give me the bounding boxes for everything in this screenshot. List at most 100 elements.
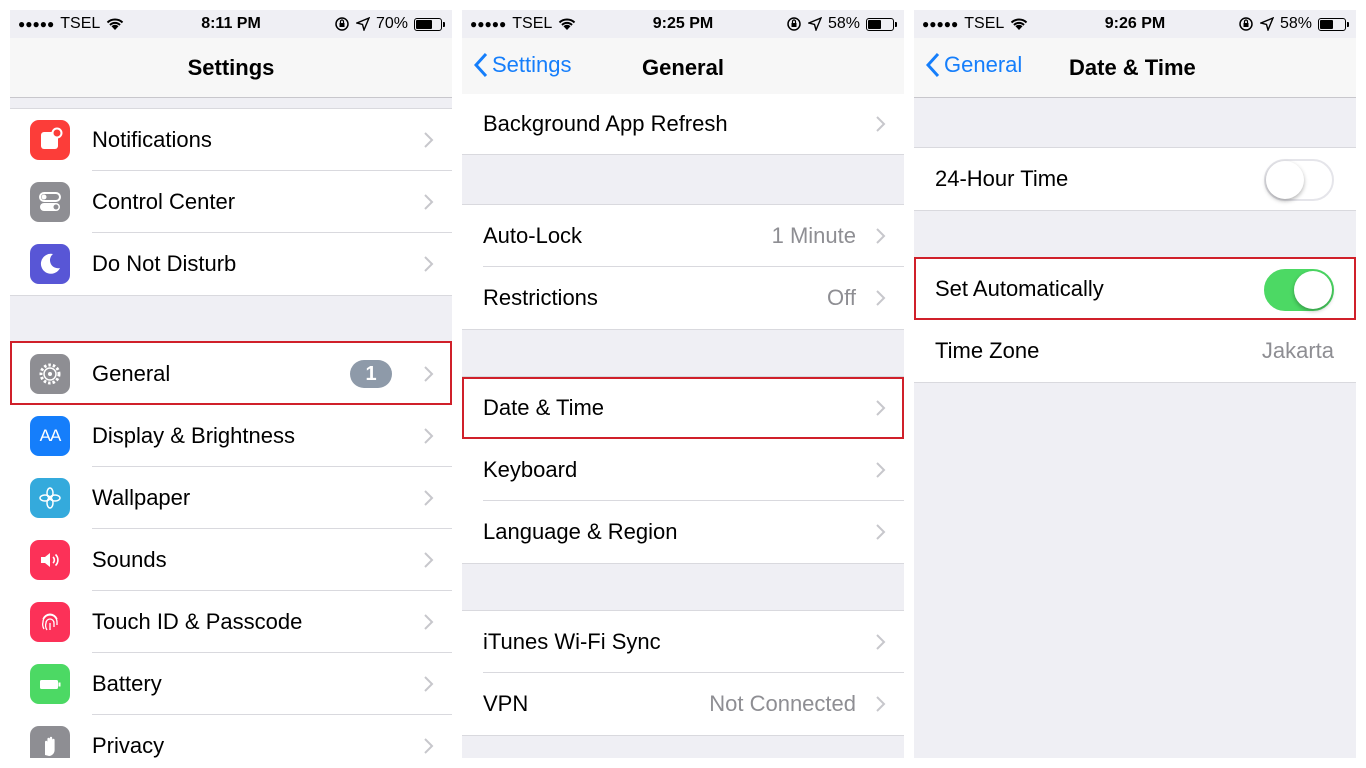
- general-item-label: VPN: [483, 691, 529, 716]
- general-item-label: iTunes Wi-Fi Sync: [483, 629, 661, 654]
- battery-icon: [30, 664, 70, 704]
- setting-label: Set Automatically: [935, 276, 1104, 301]
- general-item-label: Restrictions: [483, 285, 598, 310]
- chevron-right-icon: [424, 194, 434, 210]
- settings-item-label: Notifications: [92, 127, 212, 152]
- update-count-badge: 1: [350, 360, 392, 388]
- speaker-icon: [30, 540, 70, 580]
- settings-item-touch-id[interactable]: Touch ID & Passcode: [10, 591, 452, 653]
- rotation-lock-icon: [1239, 17, 1253, 31]
- location-arrow-icon: [807, 17, 822, 31]
- general-item-date-time[interactable]: Date & Time: [462, 377, 904, 439]
- setting-time-zone[interactable]: Time Zone Jakarta: [914, 320, 1356, 382]
- chevron-right-icon: [424, 366, 434, 382]
- general-item-itunes-sync[interactable]: iTunes Wi-Fi Sync: [462, 611, 904, 673]
- general-item-label: Language & Region: [483, 519, 678, 544]
- settings-item-do-not-disturb[interactable]: Do Not Disturb: [10, 233, 452, 295]
- moon-icon: [30, 244, 70, 284]
- battery-status-icon: [866, 17, 897, 31]
- setting-label: 24-Hour Time: [935, 166, 1069, 191]
- general-item-keyboard[interactable]: Keyboard: [462, 439, 904, 501]
- date-time-group-2: Set Automatically Time Zone Jakarta: [914, 257, 1356, 383]
- settings-item-general[interactable]: General 1: [10, 343, 452, 405]
- settings-item-sounds[interactable]: Sounds: [10, 529, 452, 591]
- chevron-right-icon: [876, 524, 886, 540]
- chevron-right-icon: [876, 290, 886, 306]
- restrictions-value: Off: [827, 285, 856, 310]
- display-icon-glyph: AA: [39, 426, 62, 445]
- location-arrow-icon: [355, 17, 370, 31]
- settings-item-label: Display & Brightness: [92, 423, 295, 448]
- chevron-right-icon: [876, 116, 886, 132]
- setting-label: Time Zone: [935, 338, 1040, 363]
- settings-item-label: Do Not Disturb: [92, 251, 237, 276]
- setting-24-hour-time: 24-Hour Time: [914, 148, 1356, 210]
- chevron-right-icon: [424, 256, 434, 272]
- general-item-label: Keyboard: [483, 457, 578, 482]
- display-icon: AA: [30, 416, 70, 456]
- chevron-right-icon: [876, 634, 886, 650]
- settings-item-label: Wallpaper: [92, 485, 191, 510]
- settings-item-battery[interactable]: Battery: [10, 653, 452, 715]
- rotation-lock-icon: [787, 17, 801, 31]
- rotation-lock-icon: [335, 17, 349, 31]
- general-item-language-region[interactable]: Language & Region: [462, 501, 904, 563]
- settings-item-display-brightness[interactable]: AA Display & Brightness: [10, 405, 452, 467]
- general-item-vpn[interactable]: VPN Not Connected: [462, 673, 904, 735]
- 24-hour-time-toggle[interactable]: [1264, 159, 1334, 201]
- chevron-right-icon: [424, 428, 434, 444]
- general-item-auto-lock[interactable]: Auto-Lock 1 Minute: [462, 205, 904, 267]
- control-center-icon: [30, 182, 70, 222]
- status-bar: ●●●●● TSEL 8:11 PM 70%: [10, 10, 452, 38]
- settings-item-notifications[interactable]: Notifications: [10, 109, 452, 171]
- general-item-label: Background App Refresh: [483, 111, 728, 136]
- chevron-right-icon: [424, 552, 434, 568]
- general-item-restrictions[interactable]: Restrictions Off: [462, 267, 904, 329]
- time-zone-value: Jakarta: [1261, 338, 1334, 363]
- navigation-bar: Settings General: [462, 38, 904, 98]
- settings-screen: ●●●●● TSEL 8:11 PM 70% Settings Notifica…: [10, 10, 452, 758]
- general-screen: ●●●●● TSEL 9:25 PM 58% Settings General …: [462, 10, 904, 758]
- general-group-2: Auto-Lock 1 Minute Restrictions Off: [462, 204, 904, 330]
- navigation-bar: General Date & Time: [914, 38, 1356, 98]
- settings-item-label: Touch ID & Passcode: [92, 609, 303, 634]
- fingerprint-icon: [30, 602, 70, 642]
- chevron-right-icon: [876, 462, 886, 478]
- chevron-right-icon: [424, 490, 434, 506]
- chevron-right-icon: [424, 614, 434, 630]
- settings-item-label: Control Center: [92, 189, 236, 214]
- toggle-knob: [1266, 161, 1304, 199]
- location-arrow-icon: [1259, 17, 1274, 31]
- set-automatically-toggle[interactable]: [1264, 269, 1334, 311]
- settings-item-wallpaper[interactable]: Wallpaper: [10, 467, 452, 529]
- chevron-right-icon: [876, 400, 886, 416]
- page-title: Settings: [187, 55, 275, 80]
- setting-set-automatically: Set Automatically: [914, 258, 1356, 320]
- notifications-icon: [30, 120, 70, 160]
- settings-item-label: General: [92, 361, 171, 386]
- wallpaper-icon: [30, 478, 70, 518]
- chevron-right-icon: [424, 738, 434, 754]
- chevron-left-icon: [926, 52, 940, 78]
- settings-item-label: Battery: [92, 671, 162, 696]
- chevron-right-icon: [876, 228, 886, 244]
- general-item-background-refresh[interactable]: Background App Refresh: [462, 94, 904, 154]
- battery-status-icon: [1318, 17, 1349, 31]
- auto-lock-value: 1 Minute: [771, 223, 856, 248]
- settings-group-1: Notifications Control Center Do Not Dist…: [10, 108, 452, 296]
- status-bar: ●●●●● TSEL 9:26 PM 58%: [914, 10, 1356, 38]
- general-group-1: Background App Refresh: [462, 94, 904, 155]
- page-title: General: [642, 55, 724, 80]
- general-group-4: iTunes Wi-Fi Sync VPN Not Connected: [462, 610, 904, 736]
- back-button[interactable]: General: [926, 52, 1022, 78]
- date-time-group-1: 24-Hour Time: [914, 147, 1356, 211]
- vpn-status-value: Not Connected: [709, 691, 856, 716]
- settings-item-privacy[interactable]: Privacy: [10, 715, 452, 758]
- battery-percent: 70%: [375, 15, 408, 32]
- toggle-knob: [1294, 271, 1332, 309]
- back-button-label: General: [944, 52, 1023, 77]
- chevron-right-icon: [424, 676, 434, 692]
- settings-item-control-center[interactable]: Control Center: [10, 171, 452, 233]
- general-item-label: Date & Time: [483, 395, 605, 420]
- battery-percent: 58%: [1279, 15, 1312, 32]
